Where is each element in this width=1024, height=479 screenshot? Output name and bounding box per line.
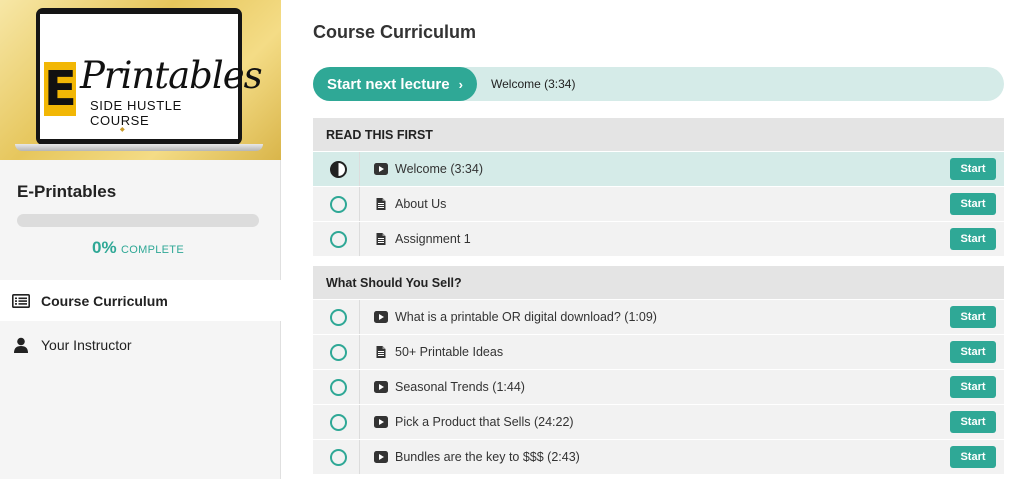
course-thumbnail: E Printables SIDE HUSTLE COURSE ◆ [0, 0, 281, 160]
progress-label: COMPLETE [121, 244, 184, 256]
status-in-progress-icon [330, 161, 347, 178]
main-content: Course Curriculum Start next lecture › W… [282, 0, 1024, 479]
row-divider [359, 335, 360, 369]
lecture-title: What is a printable OR digital download?… [395, 310, 657, 324]
lecture-title: 50+ Printable Ideas [395, 345, 504, 359]
row-divider [359, 187, 360, 221]
next-lecture-title: Welcome (3:34) [491, 77, 576, 91]
row-divider [359, 300, 360, 334]
status-not-started-icon [330, 196, 347, 213]
section-header-read-this-first: READ THIS FIRST [313, 118, 1004, 151]
logo-mark: ◆ [120, 127, 125, 133]
sidebar: E Printables SIDE HUSTLE COURSE ◆ E-Prin… [0, 0, 281, 479]
lecture-title: Seasonal Trends (1:44) [395, 380, 525, 394]
start-button[interactable]: Start [950, 306, 996, 328]
document-icon [376, 233, 386, 245]
start-next-lecture-label: Start next lecture [327, 75, 450, 93]
lecture-title: Bundles are the key to $$$ (2:43) [395, 450, 580, 464]
lecture-row-bundles[interactable]: Bundles are the key to $$$ (2:43) Start [313, 440, 1004, 474]
status-not-started-icon [330, 309, 347, 326]
row-divider [359, 405, 360, 439]
chevron-right-icon: › [458, 76, 463, 92]
lecture-row-about-us[interactable]: About Us Start [313, 187, 1004, 221]
row-divider [359, 152, 360, 186]
course-name: E-Printables [17, 182, 117, 201]
lecture-row-assignment-1[interactable]: Assignment 1 Start [313, 222, 1004, 256]
nav-label: Course Curriculum [41, 292, 168, 309]
row-divider [359, 370, 360, 404]
lecture-row-seasonal-trends[interactable]: Seasonal Trends (1:44) Start [313, 370, 1004, 404]
user-icon [12, 337, 30, 353]
nav-label: Your Instructor [41, 336, 132, 353]
laptop-base [15, 144, 263, 151]
lecture-title: Assignment 1 [395, 232, 471, 246]
lecture-title: Pick a Product that Sells (24:22) [395, 415, 574, 429]
row-divider [359, 440, 360, 474]
page-title: Course Curriculum [313, 22, 477, 42]
section-header-what-should-you-sell: What Should You Sell? [313, 266, 1004, 299]
status-not-started-icon [330, 449, 347, 466]
lecture-row-printable-ideas[interactable]: 50+ Printable Ideas Start [313, 335, 1004, 369]
video-icon [374, 416, 388, 428]
laptop-display: E Printables SIDE HUSTLE COURSE ◆ [40, 14, 263, 139]
video-icon [374, 381, 388, 393]
logo-word: Printables [80, 54, 263, 97]
lecture-row-what-is-a-printable[interactable]: What is a printable OR digital download?… [313, 300, 1004, 334]
video-icon [374, 163, 388, 175]
curriculum-list-icon [12, 293, 30, 309]
status-not-started-icon [330, 231, 347, 248]
nav-your-instructor[interactable]: Your Instructor [0, 324, 281, 365]
logo-subtitle: SIDE HUSTLE COURSE [90, 98, 182, 128]
video-icon [374, 451, 388, 463]
start-button[interactable]: Start [950, 228, 996, 250]
status-not-started-icon [330, 344, 347, 361]
row-divider [359, 222, 360, 256]
lecture-title: About Us [395, 197, 447, 211]
lecture-row-pick-a-product[interactable]: Pick a Product that Sells (24:22) Start [313, 405, 1004, 439]
progress-text: 0% COMPLETE [0, 238, 276, 258]
status-not-started-icon [330, 414, 347, 431]
progress-percent: 0% [92, 238, 117, 257]
nav-course-curriculum[interactable]: Course Curriculum [0, 280, 281, 321]
logo-letter: E [44, 61, 77, 117]
start-button[interactable]: Start [950, 446, 996, 468]
next-lecture-bar: Start next lecture › Welcome (3:34) [313, 67, 1004, 101]
start-button[interactable]: Start [950, 193, 996, 215]
status-not-started-icon [330, 379, 347, 396]
document-icon [376, 346, 386, 358]
lecture-title: Welcome (3:34) [395, 162, 483, 176]
document-icon [376, 198, 386, 210]
progress-bar [17, 214, 259, 227]
lecture-row-welcome[interactable]: Welcome (3:34) Start [313, 152, 1004, 186]
start-button[interactable]: Start [950, 341, 996, 363]
video-icon [374, 311, 388, 323]
start-button[interactable]: Start [950, 158, 996, 180]
start-next-lecture-button[interactable]: Start next lecture › [313, 67, 477, 101]
start-button[interactable]: Start [950, 376, 996, 398]
laptop-screen: E Printables SIDE HUSTLE COURSE ◆ [36, 8, 263, 145]
start-button[interactable]: Start [950, 411, 996, 433]
